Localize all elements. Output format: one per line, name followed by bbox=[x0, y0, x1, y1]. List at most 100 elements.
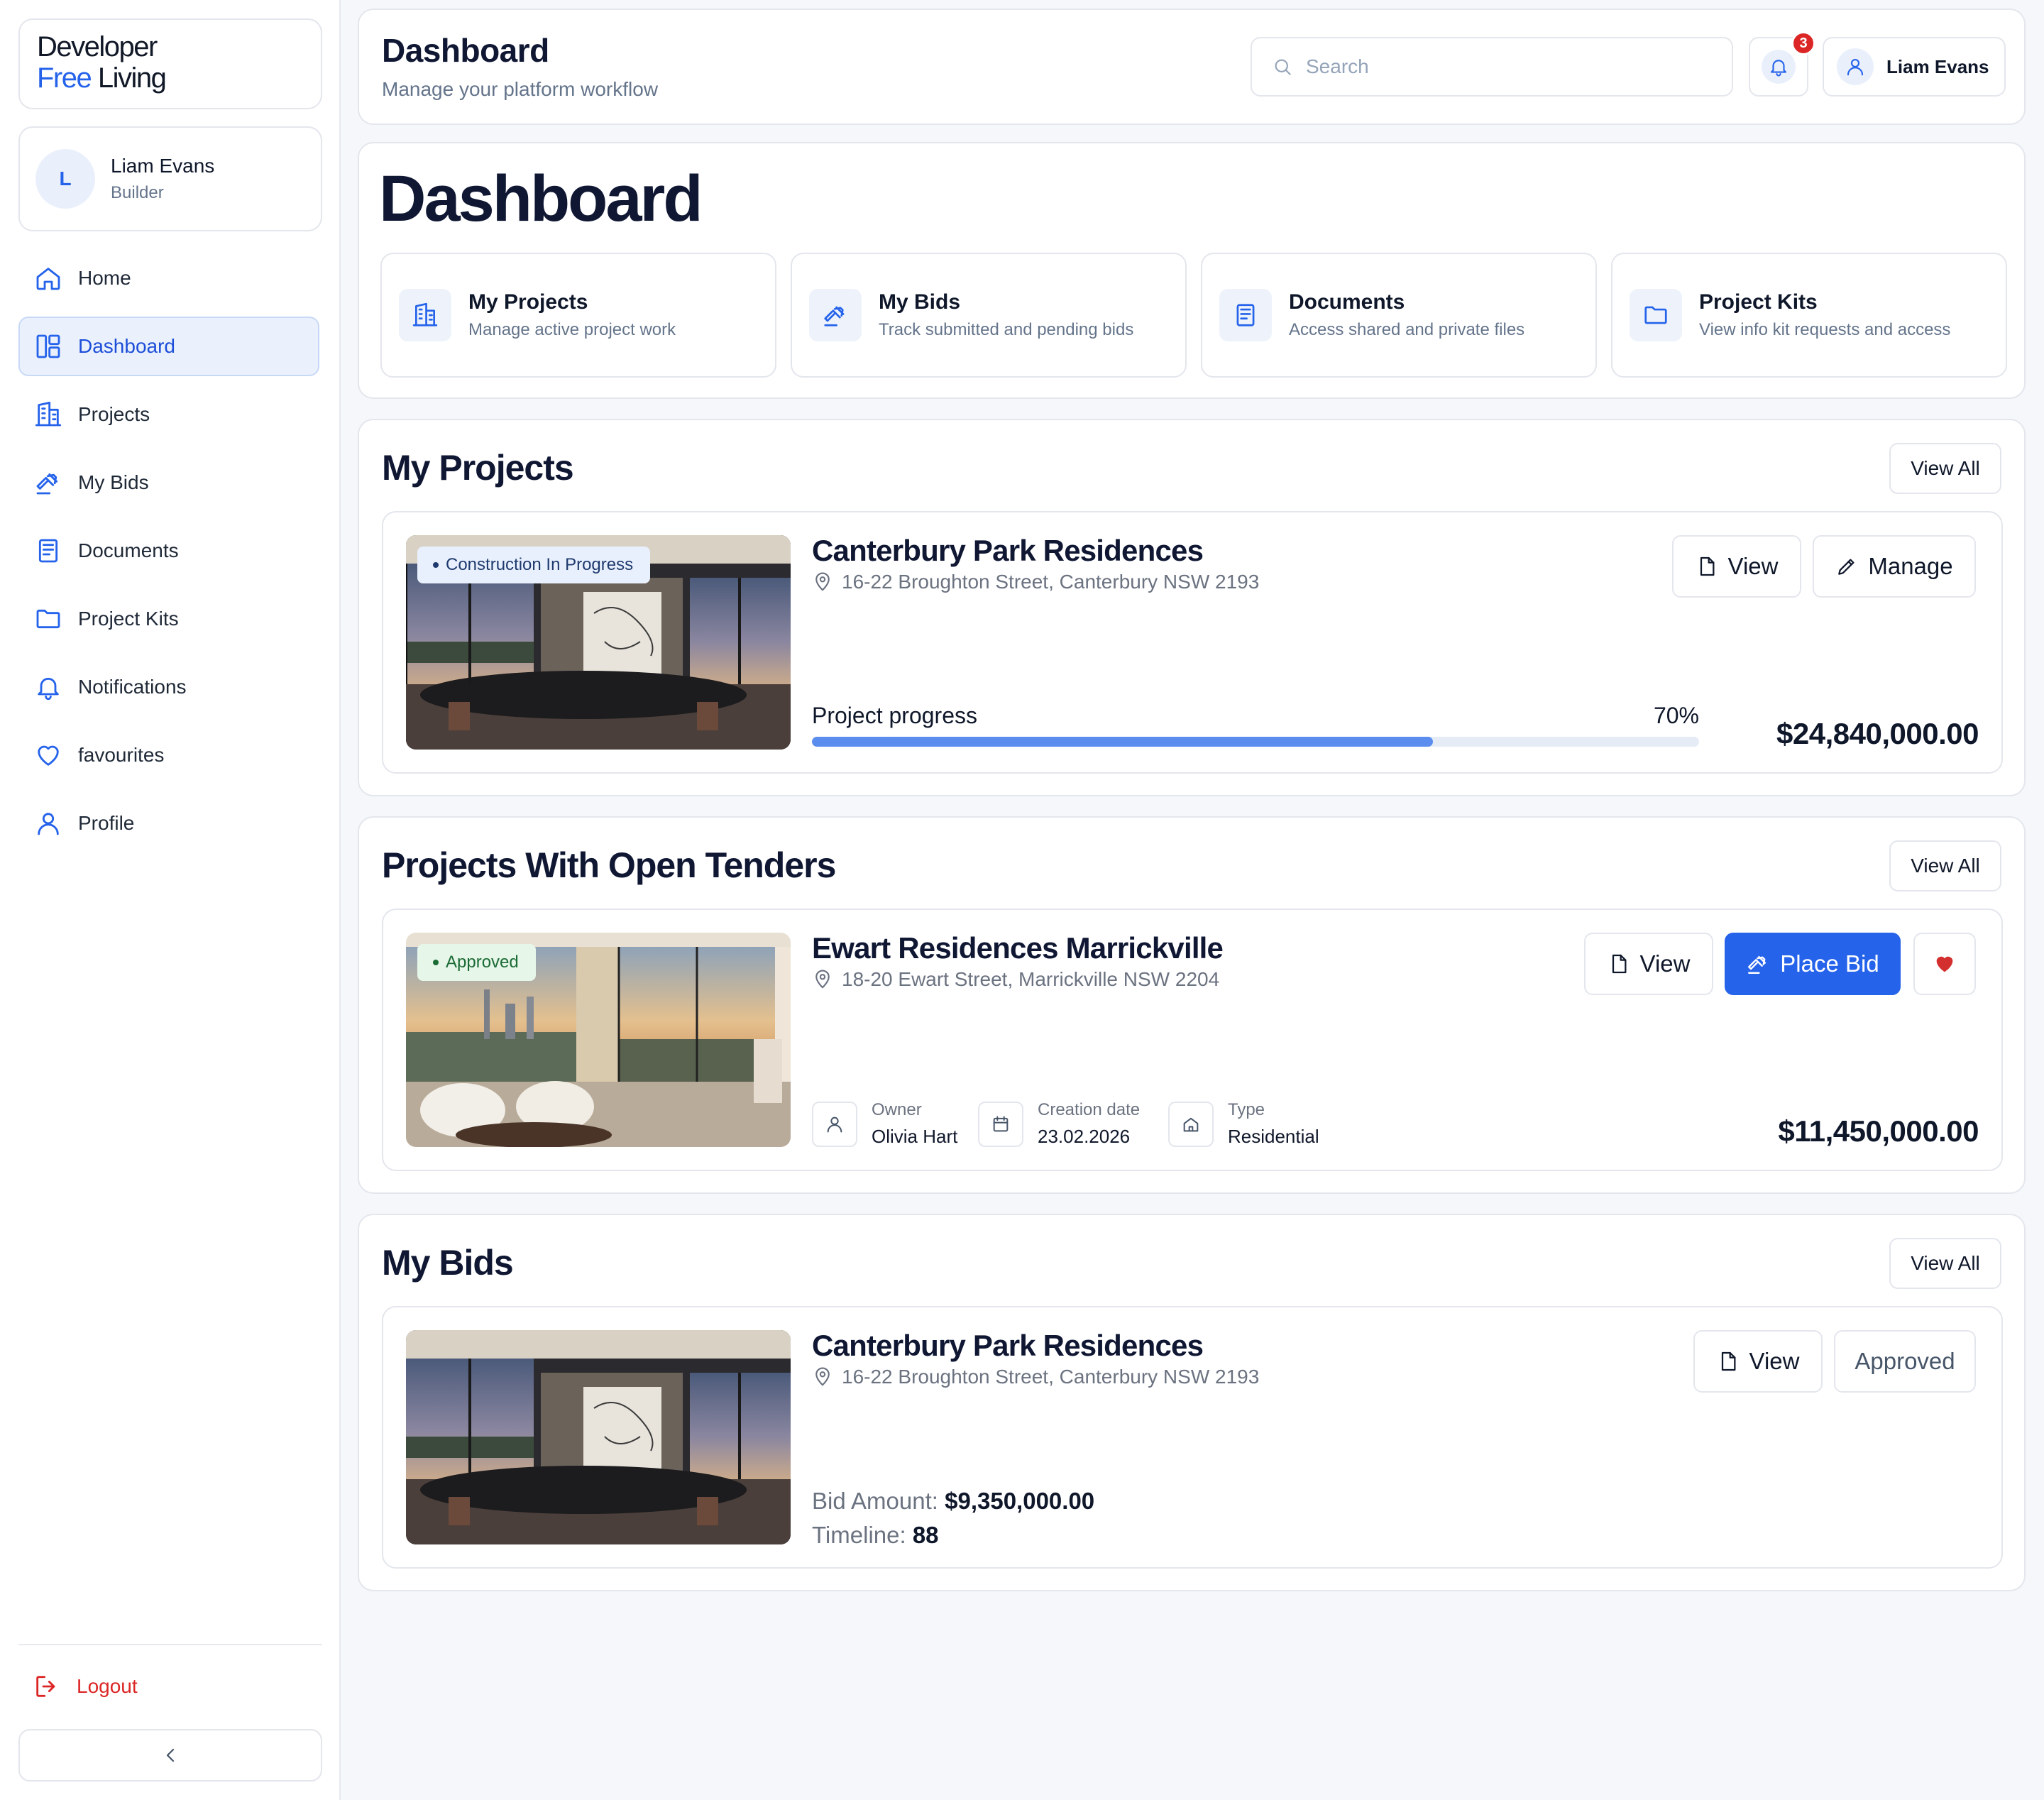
meta-value: Olivia Hart bbox=[872, 1126, 958, 1147]
view-all-button[interactable]: View All bbox=[1889, 840, 2001, 891]
quick-link-documents[interactable]: Documents Access shared and private file… bbox=[1201, 253, 1597, 378]
quick-link-title: My Bids bbox=[879, 290, 961, 314]
owner-meta: Owner Olivia Hart bbox=[812, 1100, 957, 1148]
sidebar-item-dashboard[interactable]: Dashboard bbox=[18, 317, 319, 376]
bid-timeline-label: Timeline: bbox=[812, 1522, 906, 1548]
bid-amount: Bid Amount: $9,350,000.00 bbox=[812, 1488, 1094, 1515]
home-icon bbox=[34, 264, 62, 292]
sidebar-item-notifications[interactable]: Notifications bbox=[18, 657, 319, 717]
quick-link-subtitle: Track submitted and pending bids bbox=[879, 320, 1134, 339]
section-title: My Projects bbox=[382, 448, 574, 488]
logout-icon bbox=[33, 1672, 61, 1701]
calendar-icon bbox=[978, 1101, 1023, 1147]
status-badge: Construction In Progress bbox=[417, 547, 651, 583]
home-icon bbox=[1168, 1101, 1214, 1147]
dashboard-heading: Dashboard bbox=[379, 163, 703, 235]
notification-count-badge: 3 bbox=[1791, 31, 1815, 55]
project-image bbox=[406, 1330, 791, 1544]
heart-icon bbox=[34, 741, 62, 769]
quick-link-title: Documents bbox=[1289, 290, 1405, 314]
view-button[interactable]: View bbox=[1693, 1330, 1823, 1393]
tender-card[interactable]: Approved Ewart Residences Marrickville 1… bbox=[382, 909, 2003, 1171]
quick-link-subtitle: Access shared and private files bbox=[1289, 320, 1525, 339]
brand-line-2: Free Living bbox=[37, 62, 304, 94]
sidebar-item-my-bids[interactable]: My Bids bbox=[18, 453, 319, 512]
open-tenders-section: Projects With Open Tenders View All Appr… bbox=[358, 816, 2026, 1194]
brand-logo[interactable]: Developer Free Living bbox=[18, 18, 322, 109]
chevron-left-icon bbox=[159, 1744, 182, 1767]
project-name: Ewart Residences Marrickville bbox=[812, 931, 1224, 965]
project-name: Canterbury Park Residences bbox=[812, 534, 1204, 567]
folder-icon bbox=[1630, 289, 1682, 341]
page-subtitle: Manage your platform workflow bbox=[382, 78, 659, 100]
location-pin-icon bbox=[812, 969, 833, 990]
status-text: Construction In Progress bbox=[446, 555, 634, 574]
folder-icon bbox=[34, 605, 62, 633]
manage-button[interactable]: Manage bbox=[1813, 535, 1976, 598]
sidebar-nav: Home Dashboard Projects My Bids Document… bbox=[18, 248, 319, 862]
quick-link-subtitle: View info kit requests and access bbox=[1699, 320, 1951, 339]
project-image: Construction In Progress bbox=[406, 535, 791, 750]
view-label: View bbox=[1639, 950, 1691, 977]
bid-card[interactable]: Canterbury Park Residences 16-22 Brought… bbox=[382, 1306, 2003, 1569]
project-image: Approved bbox=[406, 933, 791, 1147]
top-header: Dashboard Manage your platform workflow … bbox=[358, 9, 2026, 125]
project-address: 16-22 Broughton Street, Canterbury NSW 2… bbox=[812, 1366, 1259, 1388]
sidebar-item-projects[interactable]: Projects bbox=[18, 385, 319, 444]
document-icon bbox=[1219, 289, 1272, 341]
search-input[interactable]: Search bbox=[1251, 37, 1733, 97]
sidebar-item-label: favourites bbox=[78, 744, 165, 766]
sidebar-user-card[interactable]: L Liam Evans Builder bbox=[18, 126, 322, 231]
quick-link-my-bids[interactable]: My Bids Track submitted and pending bids bbox=[791, 253, 1187, 378]
progress-percent: 70% bbox=[1653, 703, 1699, 728]
progress-bar bbox=[812, 737, 1699, 747]
location-pin-icon bbox=[812, 571, 833, 593]
notifications-button[interactable]: 3 bbox=[1749, 31, 1815, 97]
sidebar-item-home[interactable]: Home bbox=[18, 248, 319, 308]
manage-label: Manage bbox=[1868, 553, 1953, 579]
status-badge: Approved bbox=[417, 944, 536, 981]
collapse-sidebar-button[interactable] bbox=[18, 1729, 322, 1782]
view-label: View bbox=[1727, 553, 1779, 579]
view-button[interactable]: View bbox=[1584, 933, 1713, 995]
user-icon bbox=[1837, 48, 1874, 85]
brand-rest: Living bbox=[91, 62, 167, 94]
sidebar-item-documents[interactable]: Documents bbox=[18, 521, 319, 581]
sidebar-item-label: My Bids bbox=[78, 471, 149, 493]
sidebar-item-project-kits[interactable]: Project Kits bbox=[18, 589, 319, 649]
view-all-button[interactable]: View All bbox=[1889, 1238, 2001, 1289]
brand-line-1: Developer bbox=[37, 31, 158, 62]
project-card[interactable]: Construction In Progress Canterbury Park… bbox=[382, 511, 2003, 774]
dashboard-icon bbox=[34, 332, 62, 361]
sidebar-item-profile[interactable]: Profile bbox=[18, 794, 319, 853]
quick-link-subtitle: Manage active project work bbox=[468, 320, 676, 339]
logout-button[interactable]: Logout bbox=[18, 1658, 322, 1715]
sidebar-item-favourites[interactable]: favourites bbox=[18, 725, 319, 785]
type-meta: Type Residential bbox=[1168, 1100, 1319, 1148]
user-menu-button[interactable]: Liam Evans bbox=[1823, 37, 2006, 97]
favourite-button[interactable] bbox=[1913, 933, 1976, 995]
sidebar-item-label: Documents bbox=[78, 539, 179, 561]
bid-amount-label: Bid Amount: bbox=[812, 1488, 938, 1514]
sidebar-item-label: Dashboard bbox=[78, 335, 175, 357]
gavel-icon bbox=[809, 289, 862, 341]
quick-link-my-projects[interactable]: My Projects Manage active project work bbox=[380, 253, 776, 378]
brand-accent: Free bbox=[37, 62, 92, 94]
bid-status-badge: Approved bbox=[1834, 1330, 1976, 1393]
overview-card: Dashboard My Projects Manage active proj… bbox=[358, 142, 2026, 399]
view-button[interactable]: View bbox=[1672, 535, 1801, 598]
gavel-icon bbox=[34, 468, 62, 497]
my-projects-section: My Projects View All Construction In Pro… bbox=[358, 419, 2026, 796]
search-placeholder: Search bbox=[1306, 55, 1369, 77]
place-bid-button[interactable]: Place Bid bbox=[1725, 933, 1901, 995]
view-all-button[interactable]: View All bbox=[1889, 443, 2001, 494]
user-icon bbox=[812, 1101, 857, 1147]
section-title: My Bids bbox=[382, 1243, 514, 1283]
heart-filled-icon bbox=[1933, 952, 1957, 976]
sidebar-item-label: Profile bbox=[78, 812, 135, 834]
bell-icon bbox=[1762, 50, 1796, 84]
sidebar: Developer Free Living L Liam Evans Build… bbox=[0, 0, 341, 1800]
user-menu-name: Liam Evans bbox=[1886, 55, 1989, 77]
quick-link-project-kits[interactable]: Project Kits View info kit requests and … bbox=[1611, 253, 2007, 378]
document-icon bbox=[34, 537, 62, 565]
